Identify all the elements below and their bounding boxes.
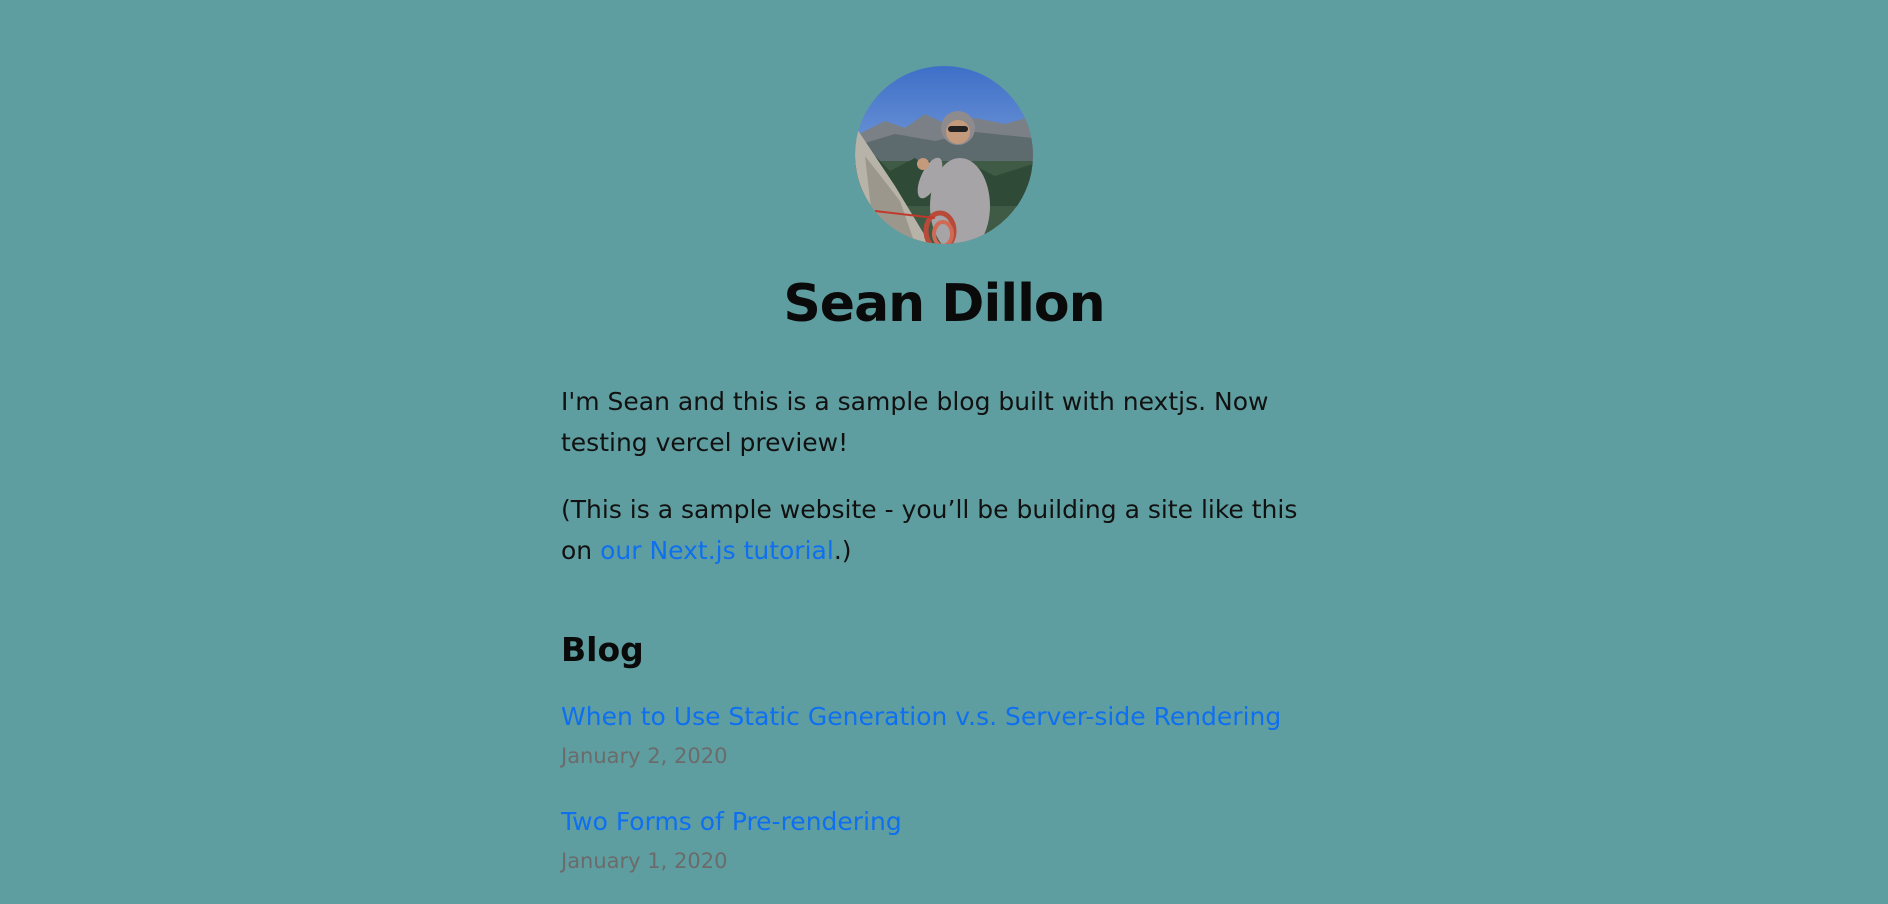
intro-section: I'm Sean and this is a sample blog built… xyxy=(561,381,1327,571)
avatar-photo-icon xyxy=(855,66,1033,244)
post-date: January 1, 2020 xyxy=(561,848,728,873)
intro-paragraph: I'm Sean and this is a sample blog built… xyxy=(561,387,1269,457)
tutorial-paragraph: (This is a sample website - you’ll be bu… xyxy=(561,489,1327,571)
list-item: Two Forms of Pre-rendering January 1, 20… xyxy=(561,801,1327,880)
nextjs-tutorial-link[interactable]: our Next.js tutorial xyxy=(600,536,834,565)
list-item: When to Use Static Generation v.s. Serve… xyxy=(561,696,1327,775)
profile-header: Sean Dillon xyxy=(561,0,1327,337)
post-link[interactable]: When to Use Static Generation v.s. Serve… xyxy=(561,696,1327,737)
blog-section: Blog When to Use Static Generation v.s. … xyxy=(561,630,1327,880)
blog-heading: Blog xyxy=(561,630,644,669)
tutorial-text-after: .) xyxy=(833,536,852,565)
avatar xyxy=(855,66,1033,244)
page-container: Sean Dillon I'm Sean and this is a sampl… xyxy=(561,0,1327,880)
post-link[interactable]: Two Forms of Pre-rendering xyxy=(561,801,1327,842)
post-date: January 2, 2020 xyxy=(561,743,728,768)
site-title: Sean Dillon xyxy=(783,274,1105,334)
post-list: When to Use Static Generation v.s. Serve… xyxy=(561,696,1327,880)
